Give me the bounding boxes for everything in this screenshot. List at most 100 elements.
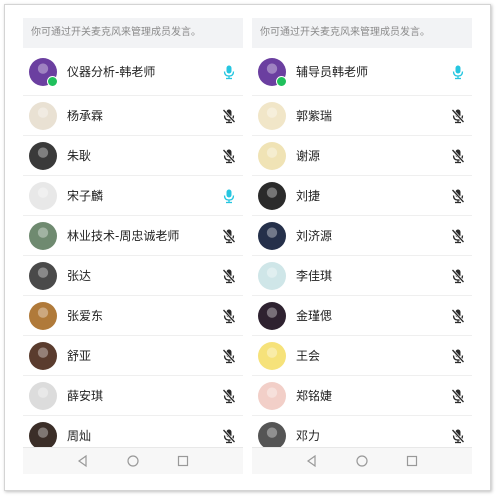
member-avatar [258, 141, 286, 170]
microphone-muted-icon[interactable] [221, 228, 237, 244]
member-name: 辅导员韩老师 [296, 65, 369, 79]
member-name: 周灿 [67, 429, 92, 443]
cartoon-avatar [258, 141, 286, 170]
member-avatar [29, 101, 57, 130]
microphone-muted-icon[interactable] [450, 348, 466, 364]
member-name: 杨承霖 [67, 109, 104, 123]
cartoon-bear-avatar [29, 301, 57, 330]
member-name: 仪器分析-韩老师 [67, 65, 156, 79]
member-row[interactable]: 刘济源 [252, 216, 472, 256]
person-avatar [29, 261, 57, 290]
microphone-on-icon[interactable] [221, 64, 237, 80]
night-sky-avatar [258, 221, 286, 250]
member-row[interactable]: 舒亚 [23, 336, 243, 376]
member-avatar [258, 301, 286, 330]
person-avatar [29, 381, 57, 410]
member-name: 郭紫瑞 [296, 109, 333, 123]
microphone-muted-icon[interactable] [221, 108, 237, 124]
member-name: 舒亚 [67, 349, 92, 363]
mic-management-hint: 你可通过开关麦克风来管理成员发言。 [252, 18, 472, 48]
member-row[interactable]: 郑铭婕 [252, 376, 472, 416]
member-row[interactable]: 张爱东 [23, 296, 243, 336]
microphone-muted-icon[interactable] [450, 428, 466, 444]
microphone-muted-icon[interactable] [221, 388, 237, 404]
member-avatar [29, 221, 57, 250]
online-badge-icon [276, 75, 287, 87]
member-row[interactable]: 杨承霖 [23, 96, 243, 136]
member-row[interactable]: 辅导员韩老师 [252, 48, 472, 96]
member-avatar [29, 181, 57, 210]
back-icon[interactable] [304, 453, 320, 469]
member-name: 刘捷 [296, 189, 321, 203]
microphone-muted-icon[interactable] [450, 188, 466, 204]
member-row[interactable]: 林业技术-周忠诚老师 [23, 216, 243, 256]
microphone-muted-icon[interactable] [221, 148, 237, 164]
member-row[interactable]: 郭紫瑞 [252, 96, 472, 136]
member-avatar [258, 181, 286, 210]
right-panel: 你可通过开关麦克风来管理成员发言。 辅导员韩老师 郭紫瑞谢源刘捷刘济源李佳琪金瑾偲… [252, 18, 472, 474]
microphone-muted-icon[interactable] [450, 268, 466, 284]
member-name: 李佳琪 [296, 269, 333, 283]
microphone-muted-icon[interactable] [450, 308, 466, 324]
microphone-muted-icon[interactable] [221, 308, 237, 324]
microphone-muted-icon[interactable] [221, 348, 237, 364]
member-avatar [29, 341, 57, 370]
member-name: 林业技术-周忠诚老师 [67, 229, 180, 243]
member-row[interactable]: 仪器分析-韩老师 [23, 48, 243, 96]
back-icon[interactable] [75, 453, 91, 469]
android-navbar [252, 447, 472, 474]
microphone-muted-icon[interactable] [450, 228, 466, 244]
member-avatar [29, 141, 57, 170]
mic-management-hint: 你可通过开关麦克风来管理成员发言。 [23, 18, 243, 48]
microphone-muted-icon[interactable] [221, 428, 237, 444]
member-row[interactable]: 刘捷 [252, 176, 472, 216]
person-avatar [29, 141, 57, 170]
member-name: 张达 [67, 269, 92, 283]
member-name: 薛安琪 [67, 389, 104, 403]
member-avatar [258, 101, 286, 130]
member-row[interactable]: 金瑾偲 [252, 296, 472, 336]
recents-icon[interactable] [404, 453, 420, 469]
member-name: 刘济源 [296, 229, 333, 243]
microphone-on-icon[interactable] [221, 188, 237, 204]
member-list: 仪器分析-韩老师 杨承霖朱耿宋子麟林业技术-周忠诚老师 张达张爱东舒亚薛安琪周灿 [23, 48, 243, 456]
member-avatar [258, 221, 286, 250]
microphone-muted-icon[interactable] [450, 148, 466, 164]
person-avatar [258, 421, 286, 450]
android-navbar [23, 447, 243, 474]
drawing-avatar [258, 261, 286, 290]
member-list: 辅导员韩老师 郭紫瑞谢源刘捷刘济源李佳琪金瑾偲王会郑铭婕邓力 [252, 48, 472, 456]
member-avatar [258, 341, 286, 370]
cartoon-avatar [258, 101, 286, 130]
member-avatar [258, 57, 287, 87]
member-avatar [258, 421, 286, 450]
left-panel: 你可通过开关麦克风来管理成员发言。 仪器分析-韩老师 杨承霖朱耿宋子麟林业技术-周… [23, 18, 243, 474]
microphone-muted-icon[interactable] [450, 388, 466, 404]
member-avatar [29, 57, 58, 87]
member-row[interactable]: 谢源 [252, 136, 472, 176]
member-row[interactable]: 李佳琪 [252, 256, 472, 296]
member-name: 郑铭婕 [296, 389, 333, 403]
microphone-muted-icon[interactable] [221, 268, 237, 284]
member-row[interactable]: 张达 [23, 256, 243, 296]
online-badge-icon [47, 75, 58, 87]
member-row[interactable]: 薛安琪 [23, 376, 243, 416]
home-icon[interactable] [125, 453, 141, 469]
recents-icon[interactable] [175, 453, 191, 469]
person-avatar [258, 301, 286, 330]
home-icon[interactable] [354, 453, 370, 469]
member-avatar [258, 381, 286, 410]
person-avatar [258, 381, 286, 410]
member-name: 邓力 [296, 429, 321, 443]
member-name: 王会 [296, 349, 321, 363]
microphone-on-icon[interactable] [450, 64, 466, 80]
landscape-avatar [29, 221, 57, 250]
member-row[interactable]: 宋子麟 [23, 176, 243, 216]
member-name: 张爱东 [67, 309, 104, 323]
microphone-muted-icon[interactable] [450, 108, 466, 124]
member-name: 谢源 [296, 149, 321, 163]
member-row[interactable]: 朱耿 [23, 136, 243, 176]
member-row[interactable]: 王会 [252, 336, 472, 376]
person-avatar [258, 181, 286, 210]
member-name: 朱耿 [67, 149, 92, 163]
